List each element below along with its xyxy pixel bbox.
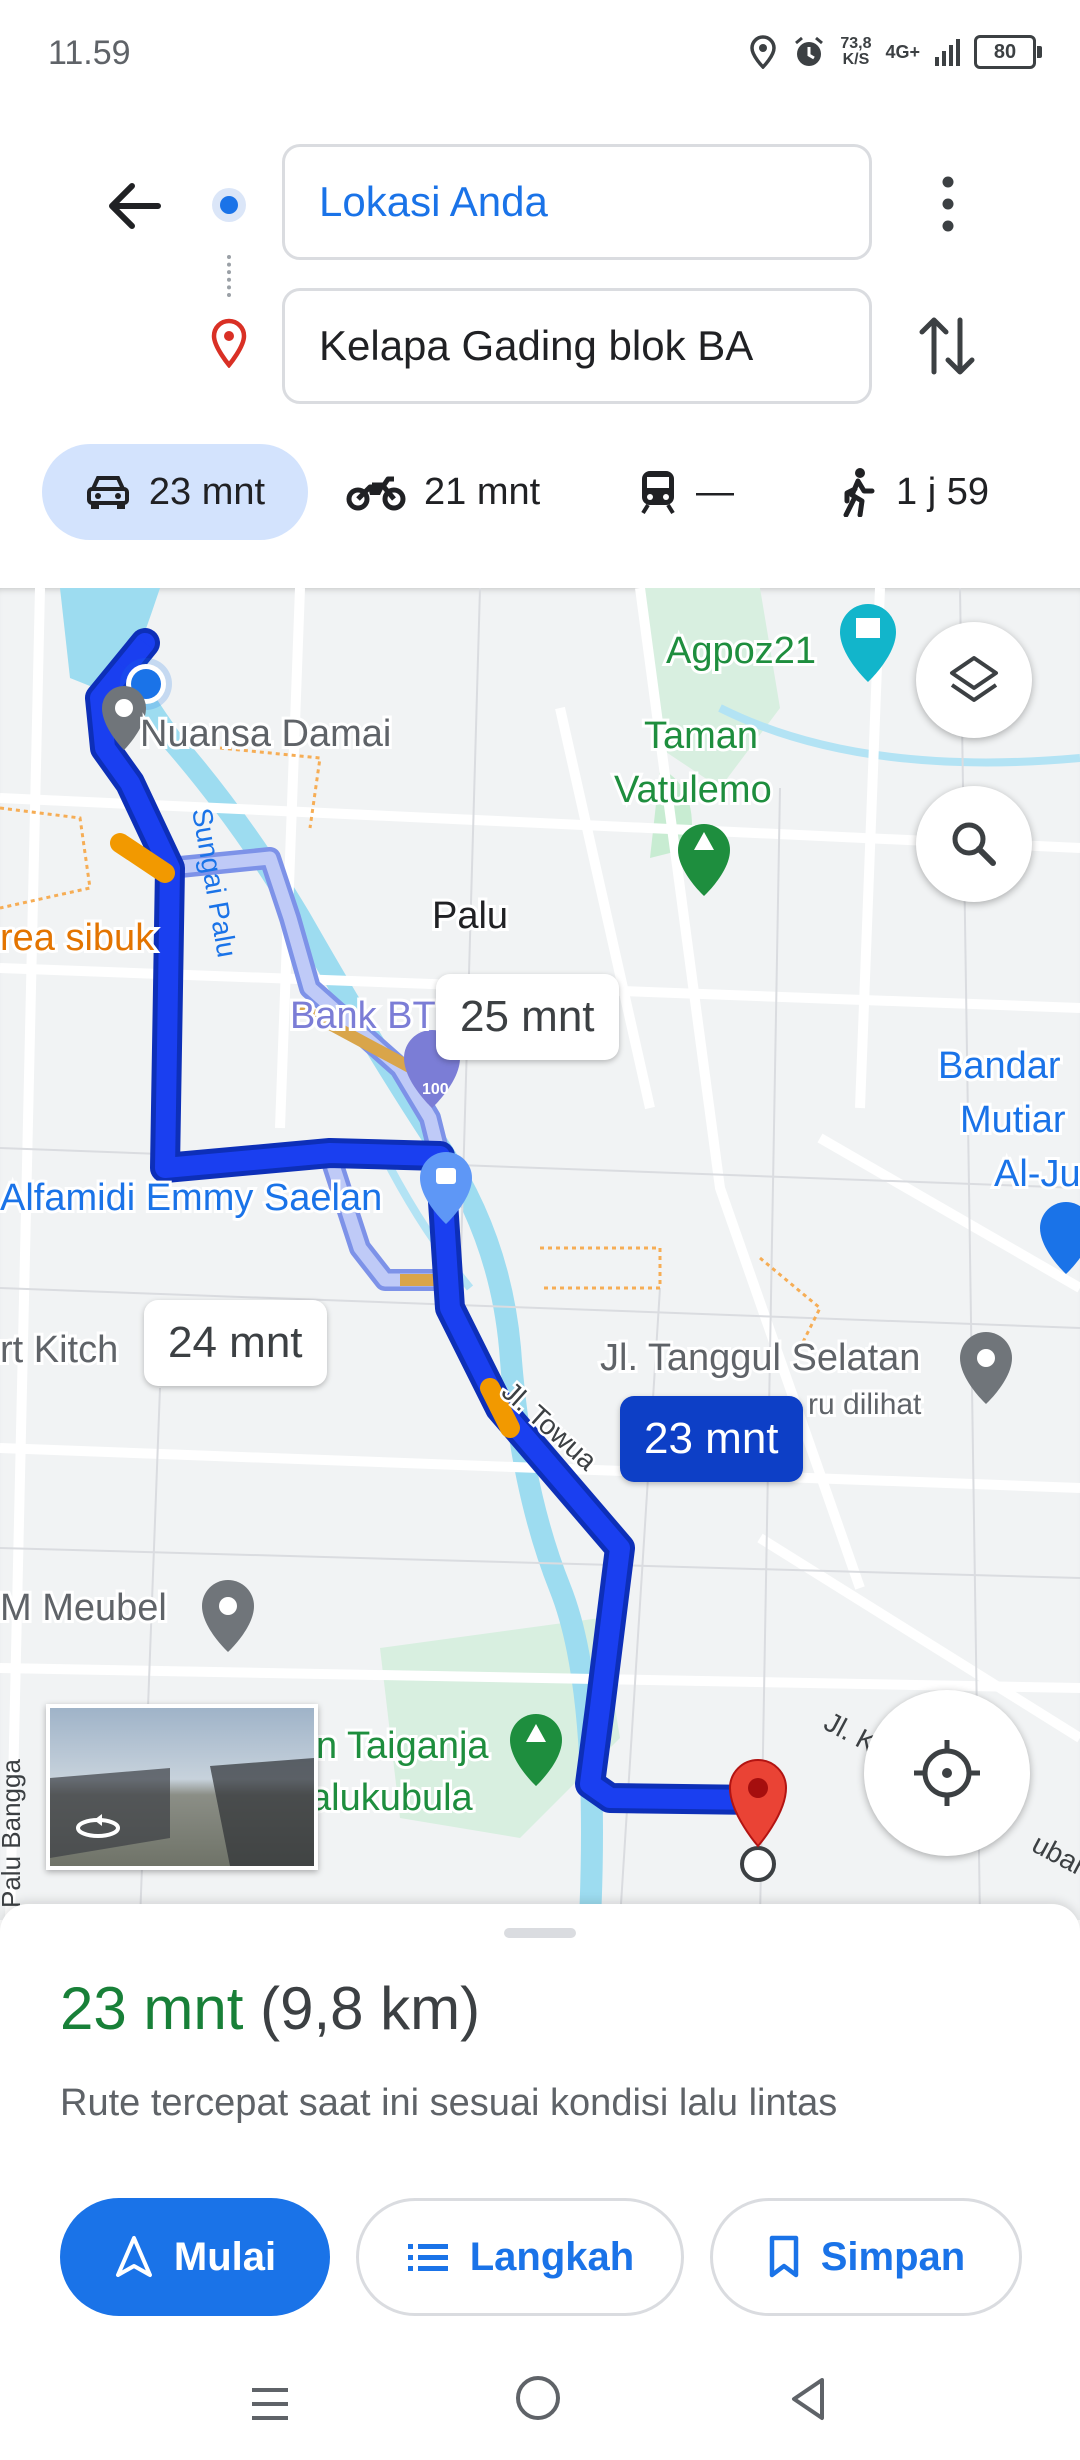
mode-transit-time: — bbox=[696, 470, 734, 513]
more-options-button[interactable] bbox=[920, 170, 976, 238]
origin-input[interactable]: Lokasi Anda bbox=[282, 144, 872, 260]
route-time-main[interactable]: 23 mnt bbox=[620, 1396, 803, 1482]
navigation-arrow-icon bbox=[115, 2236, 152, 2277]
net-speed: 73,8 K/S bbox=[840, 35, 872, 68]
swap-vert-icon bbox=[919, 317, 975, 375]
arrow-back-icon bbox=[109, 183, 161, 229]
layers-icon bbox=[950, 656, 998, 702]
destination-pin-icon bbox=[210, 318, 248, 373]
signal-icon bbox=[935, 39, 960, 66]
route-note: Rute tercepat saat ini sesuai kondisi la… bbox=[60, 2082, 838, 2124]
map-label-bandar-3: Al-Ju bbox=[994, 1153, 1080, 1195]
status-icons: 73,8 K/S 4G+ 80 bbox=[748, 30, 1042, 74]
motorcycle-icon bbox=[346, 476, 406, 511]
map-label-area-sibuk: rea sibuk bbox=[0, 917, 155, 959]
swap-button[interactable] bbox=[912, 310, 982, 382]
map-label-meubel: M Meubel bbox=[0, 1587, 167, 1629]
back-button[interactable] bbox=[96, 168, 172, 244]
walk-icon bbox=[843, 468, 875, 517]
route-distance: (9,8 km) bbox=[260, 1975, 481, 2042]
origin-dot-icon bbox=[212, 188, 246, 222]
my-location-button[interactable] bbox=[864, 1690, 1030, 1856]
alarm-icon bbox=[795, 36, 824, 66]
train-icon bbox=[641, 471, 675, 515]
map-label-alfamidi: Alfamidi Emmy Saelan bbox=[0, 1177, 382, 1219]
mode-tab-transit[interactable]: — bbox=[638, 444, 734, 540]
more-vert-icon bbox=[942, 176, 954, 232]
route-time-alt-2[interactable]: 24 mnt bbox=[144, 1300, 327, 1386]
start-button[interactable]: Mulai bbox=[60, 2198, 330, 2316]
bookmark-icon bbox=[769, 2235, 798, 2278]
map-label-palu-bangga: Palu Bangga bbox=[0, 1759, 26, 1908]
map-label-nuansa: Nuansa Damai bbox=[140, 713, 391, 755]
mode-car-time: 23 mnt bbox=[148, 470, 266, 513]
map-label-bank: Bank BT bbox=[290, 995, 436, 1037]
steps-button-label: Langkah bbox=[469, 2234, 635, 2279]
recent-apps-button[interactable] bbox=[248, 2384, 292, 2429]
network-type: 4G+ bbox=[885, 41, 920, 62]
list-icon bbox=[407, 2244, 448, 2271]
crosshair-icon bbox=[914, 1740, 980, 1806]
sheet-drag-handle[interactable] bbox=[504, 1928, 576, 1938]
map-label-lalukubula: alukubula bbox=[310, 1777, 474, 1819]
map-label-bandar-2: Mutiar bbox=[960, 1099, 1066, 1141]
map-label-palu: Palu bbox=[432, 895, 508, 937]
steps-button[interactable]: Langkah bbox=[356, 2198, 684, 2316]
triangle-back-icon bbox=[792, 2378, 824, 2420]
route-connector bbox=[227, 255, 235, 297]
street-view-icon bbox=[50, 1758, 314, 1866]
route-summary: 23 mnt (9,8 km) bbox=[60, 1974, 480, 2043]
map-label-poi-100: 100 bbox=[422, 1081, 449, 1098]
map-label-taman: Taman bbox=[644, 715, 758, 757]
location-status-icon bbox=[750, 35, 777, 69]
mode-tab-motorcycle[interactable]: 21 mnt bbox=[346, 444, 540, 540]
map-label-bandar-1: Bandar bbox=[938, 1045, 1061, 1087]
map-label-taiganja: n Taiganja bbox=[316, 1725, 489, 1767]
save-button-label: Simpan bbox=[820, 2234, 966, 2279]
map-label-kitchen: rt Kitch bbox=[0, 1329, 118, 1371]
mode-motorcycle-time: 21 mnt bbox=[424, 470, 541, 513]
mode-tab-walk[interactable]: 1 j 59 bbox=[838, 444, 989, 540]
search-icon bbox=[952, 822, 996, 866]
home-button[interactable] bbox=[516, 2376, 560, 2420]
destination-input[interactable]: Kelapa Gading blok BA bbox=[282, 288, 872, 404]
car-icon bbox=[86, 476, 129, 509]
map-search-button[interactable] bbox=[916, 786, 1032, 902]
map-label-agpoz: Agpoz21 bbox=[666, 630, 816, 672]
save-button[interactable]: Simpan bbox=[710, 2198, 1022, 2316]
layers-button[interactable] bbox=[916, 622, 1032, 738]
map-label-baru-dilihat: ru dilihat bbox=[808, 1388, 922, 1421]
route-time-alt-1[interactable]: 25 mnt bbox=[436, 974, 619, 1060]
map-label-tanggul: Jl. Tanggul Selatan bbox=[600, 1337, 920, 1379]
battery-icon: 80 bbox=[974, 35, 1042, 69]
map-label-vatulemo: Vatulemo bbox=[614, 769, 772, 811]
street-view-thumbnail[interactable] bbox=[46, 1704, 318, 1870]
route-duration: 23 mnt bbox=[60, 1975, 244, 2042]
mode-walk-time: 1 j 59 bbox=[896, 470, 989, 513]
start-button-label: Mulai bbox=[173, 2234, 277, 2279]
mode-tab-car[interactable]: 23 mnt bbox=[42, 444, 308, 540]
status-time: 11.59 bbox=[48, 34, 131, 72]
system-back-button[interactable] bbox=[788, 2376, 828, 2427]
menu-icon bbox=[252, 2388, 288, 2420]
map-label-ubah: ubah bbox=[1027, 1828, 1080, 1885]
